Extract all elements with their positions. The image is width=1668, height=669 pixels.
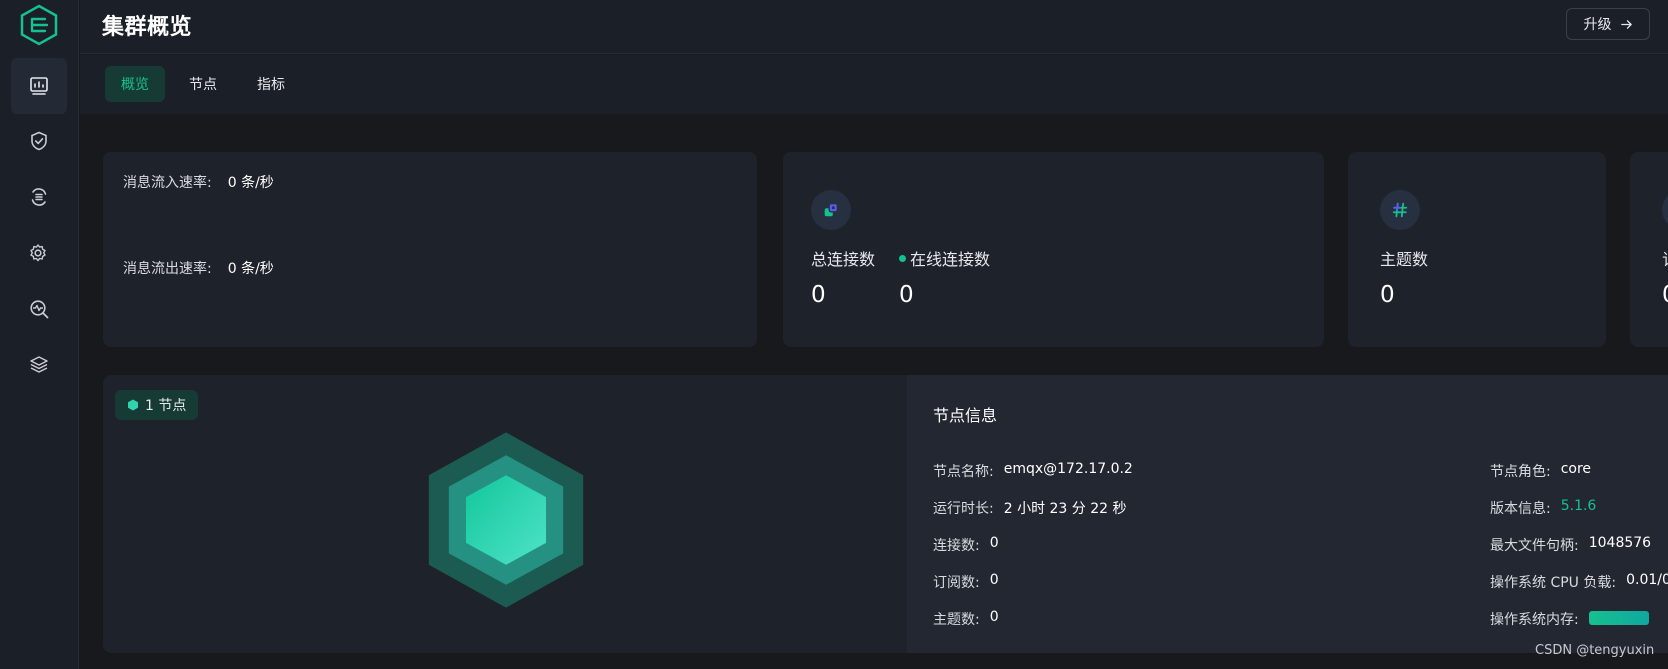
sidebar-item-access-control[interactable] [11,113,67,169]
diagnose-icon [30,300,49,319]
arrow-right-icon [1620,19,1632,29]
online-connections-label: 在线连接数 [899,246,990,270]
tabs-bar: 概览 节点 指标 [80,55,1668,114]
outgoing-rate-label: 消息流出速率: [123,261,212,277]
topics-value: 0 [1380,282,1395,308]
node-hexagon-graphic[interactable] [425,428,587,612]
memory-row: 操作系统内存: [1490,609,1649,629]
node-name-label: 节点名称: [933,464,994,480]
connections-count-value: 0 [989,535,999,551]
node-role-value: core [1560,461,1592,477]
node-info-title: 节点信息 [933,406,998,425]
outgoing-rate: 消息流出速率: 0 条/秒 [123,258,274,278]
uptime-label: 运行时长: [933,501,994,517]
sidebar-item-diagnose[interactable] [11,281,67,337]
sidebar-item-extensions[interactable] [11,337,67,393]
topics-count-value: 0 [989,609,999,625]
node-name-row: 节点名称: emqx@172.17.0.2 [933,461,1133,481]
integration-icon [31,188,47,206]
max-fd-value: 1048576 [1588,535,1652,551]
upgrade-label: 升级 [1583,17,1612,33]
connections-card: 总连接数 在线连接数 0 0 [783,152,1324,347]
subscriptions-value: 0 [1662,282,1668,308]
dashboard-icon [30,77,48,95]
node-topology-panel: 1 节点 [103,375,907,653]
max-fd-row: 最大文件句柄: 1048576 [1490,535,1651,555]
memory-label: 操作系统内存: [1490,612,1579,628]
incoming-rate-value: 0 条/秒 [227,175,274,191]
outgoing-rate-value: 0 条/秒 [227,261,274,277]
subscriptions-label: 订 [1662,246,1668,270]
node-role-label: 节点角色: [1490,464,1551,480]
uptime-row: 运行时长: 2 小时 23 分 22 秒 [933,498,1127,518]
gear-icon [30,244,46,262]
topics-count-label: 主题数: [933,612,980,628]
total-connections-value: 0 [811,282,826,308]
version-label: 版本信息: [1490,501,1551,517]
node-count-badge: 1 节点 [115,390,199,420]
node-name-value: emqx@172.17.0.2 [1003,461,1133,477]
subscriptions-count-label: 订阅数: [933,575,980,591]
total-connections-label: 总连接数 [811,250,876,269]
layers-icon [30,356,48,373]
tab-nodes[interactable]: 节点 [173,66,233,102]
version-row: 版本信息: 5.1.6 [1490,498,1596,518]
hash-icon [1380,190,1420,230]
incoming-rate-label: 消息流入速率: [123,175,212,191]
message-rate-card: 消息流入速率: 0 条/秒 消息流出速率: 0 条/秒 [103,152,757,347]
connections-row: 连接数: 0 [933,535,999,555]
topics-row: 主题数: 0 [933,609,999,629]
logo-icon[interactable] [18,4,60,46]
watermark: CSDN @tengyuxin [1535,643,1655,658]
max-fd-label: 最大文件句柄: [1490,538,1579,554]
node-hexagon-icon [128,399,138,411]
subscriptions-count-value: 0 [989,572,999,588]
sidebar-item-dashboard[interactable] [11,58,67,114]
page-title: 集群概览 [102,15,193,40]
subscriptions-card: 订 0 [1630,152,1668,347]
online-status-dot [899,254,906,262]
uptime-value: 2 小时 23 分 22 秒 [1003,501,1127,517]
incoming-rate: 消息流入速率: 0 条/秒 [123,172,274,192]
tab-overview[interactable]: 概览 [105,66,165,102]
connections-icon [811,190,851,230]
memory-usage-bar [1588,611,1649,625]
topics-label: 主题数 [1380,250,1429,269]
sidebar-item-integration[interactable] [11,169,67,225]
online-connections-value: 0 [899,282,914,308]
header: 集群概览 升级 [80,0,1668,54]
subscriptions-icon [1662,190,1668,230]
topics-card: 主题数 0 [1348,152,1606,347]
cpu-load-label: 操作系统 CPU 负载: [1490,575,1617,591]
upgrade-button[interactable]: 升级 [1566,8,1650,40]
subscriptions-row: 订阅数: 0 [933,572,999,592]
tab-metrics[interactable]: 指标 [241,66,301,102]
cpu-load-value: 0.01/0. [1626,572,1668,588]
online-connections-text: 在线连接数 [910,250,991,269]
node-role-row: 节点角色: core [1490,461,1591,481]
sidebar [0,0,79,669]
sidebar-item-management[interactable] [11,225,67,281]
connections-count-label: 连接数: [933,538,980,554]
node-info-panel: 节点信息 节点名称: emqx@172.17.0.2 运行时长: 2 小时 23… [907,375,1668,653]
cpu-load-row: 操作系统 CPU 负载: 0.01/0. [1490,572,1668,592]
shield-check-icon [31,131,47,151]
version-value: 5.1.6 [1560,498,1597,514]
node-count-text: 1 节点 [145,398,187,414]
